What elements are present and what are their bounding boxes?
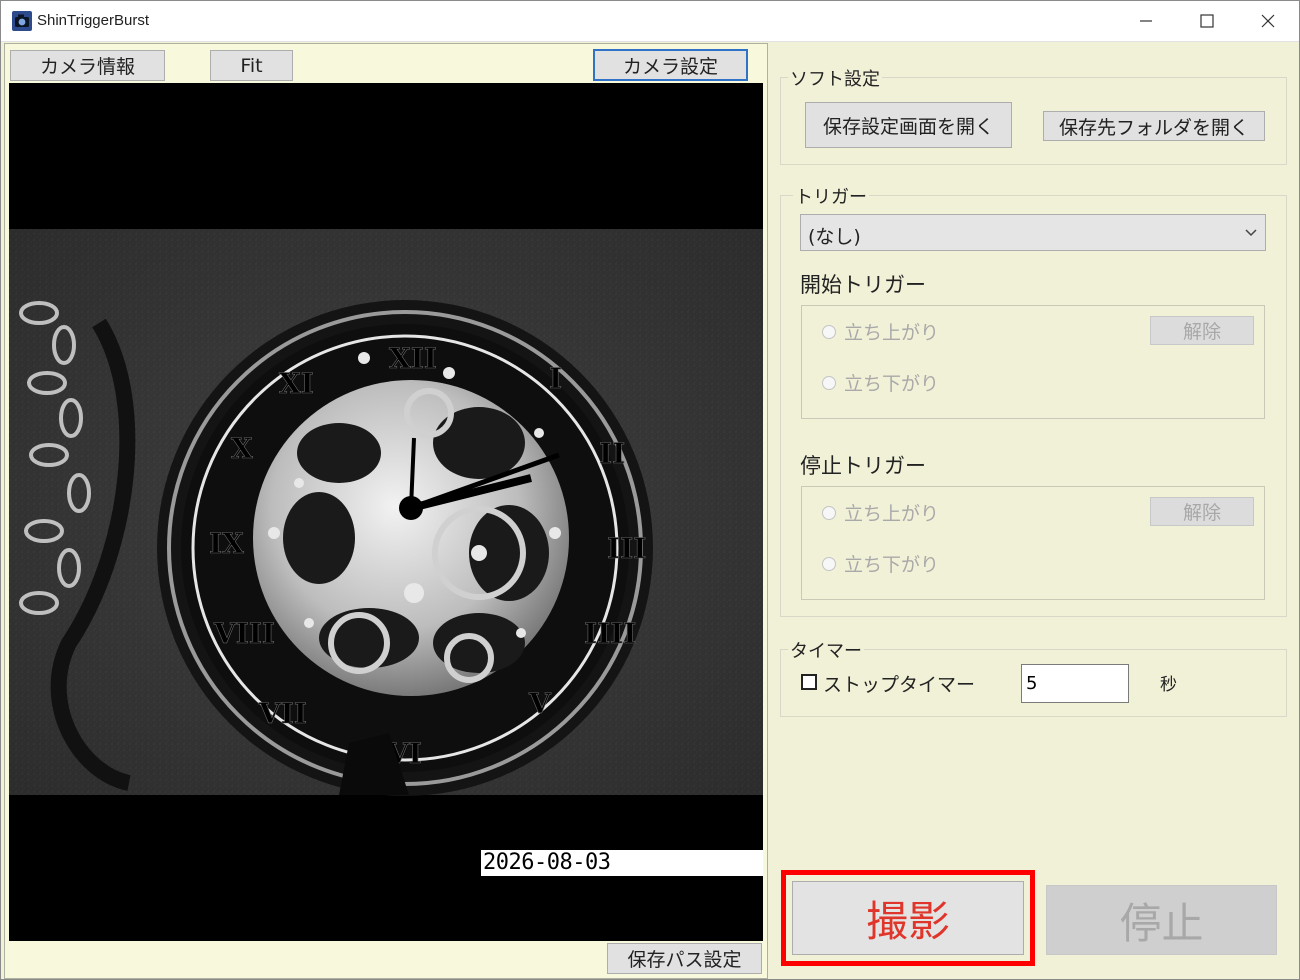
trigger-select[interactable]: (なし): [800, 214, 1266, 251]
svg-text:V: V: [528, 687, 552, 720]
trigger-legend: トリガー: [793, 183, 869, 209]
trigger-select-value: (なし): [808, 226, 861, 248]
soft-settings-legend: ソフト設定: [788, 65, 882, 91]
svg-text:IIII: IIII: [584, 617, 636, 650]
svg-text:X: X: [231, 432, 253, 465]
app-window: ShinTriggerBurst カメラ情報 Fit カメラ設定 XII I I…: [0, 0, 1300, 980]
capture-button[interactable]: 撮影: [792, 881, 1024, 955]
start-falling-radio[interactable]: 立ち下がり: [822, 369, 939, 396]
svg-text:III: III: [607, 532, 646, 565]
maximize-button[interactable]: [1178, 1, 1236, 41]
camera-settings-button[interactable]: カメラ設定: [593, 49, 748, 81]
stop-trigger-title: 停止トリガー: [800, 454, 926, 478]
start-rising-radio[interactable]: 立ち上がり: [822, 318, 939, 345]
timer-unit-label: 秒: [1160, 675, 1177, 695]
close-icon: [1261, 14, 1275, 28]
minimize-button[interactable]: [1117, 1, 1175, 41]
close-button[interactable]: [1239, 1, 1297, 41]
svg-text:I: I: [549, 362, 562, 395]
start-trigger-clear-button[interactable]: 解除: [1150, 316, 1254, 345]
radio-icon: [822, 505, 836, 520]
stop-timer-checkbox[interactable]: [801, 674, 817, 690]
svg-text:VIII: VIII: [213, 617, 275, 650]
radio-icon: [822, 375, 836, 390]
svg-text:VII: VII: [258, 697, 307, 730]
stop-falling-radio[interactable]: 立ち下がり: [822, 550, 939, 577]
open-save-folder-button[interactable]: 保存先フォルダを開く: [1043, 111, 1265, 141]
stop-timer-label: ストップタイマー: [823, 674, 976, 696]
timestamp-overlay: 2026-08-03 17:58:14.258: [481, 850, 763, 901]
open-save-settings-button[interactable]: 保存設定画面を開く: [805, 102, 1012, 148]
stop-trigger-clear-button[interactable]: 解除: [1150, 497, 1254, 526]
svg-text:IX: IX: [209, 527, 244, 560]
camera-app-icon: [12, 11, 32, 31]
radio-icon: [822, 324, 836, 339]
title-bar: ShinTriggerBurst: [1, 1, 1299, 42]
start-trigger-title: 開始トリガー: [800, 273, 926, 297]
svg-text:II: II: [599, 437, 625, 470]
fit-button[interactable]: Fit: [210, 50, 293, 81]
maximize-icon: [1200, 14, 1214, 28]
camera-info-button[interactable]: カメラ情報: [10, 50, 165, 81]
timer-legend: タイマー: [788, 637, 864, 663]
pocket-watch-image: XII I II III IIII V VI VII VIII IX X XI: [9, 229, 763, 796]
camera-live-view[interactable]: XII I II III IIII V VI VII VIII IX X XI: [9, 83, 763, 941]
svg-text:XI: XI: [279, 367, 314, 400]
stop-timer-input[interactable]: 5: [1021, 664, 1129, 703]
stop-rising-radio[interactable]: 立ち上がり: [822, 499, 939, 526]
svg-text:XII: XII: [389, 342, 437, 375]
chevron-down-icon: [1245, 229, 1257, 237]
save-path-settings-button[interactable]: 保存パス設定: [607, 943, 762, 974]
minimize-icon: [1140, 20, 1152, 22]
radio-icon: [822, 556, 836, 571]
stop-button[interactable]: 停止: [1046, 885, 1277, 955]
window-title: ShinTriggerBurst: [37, 12, 149, 29]
